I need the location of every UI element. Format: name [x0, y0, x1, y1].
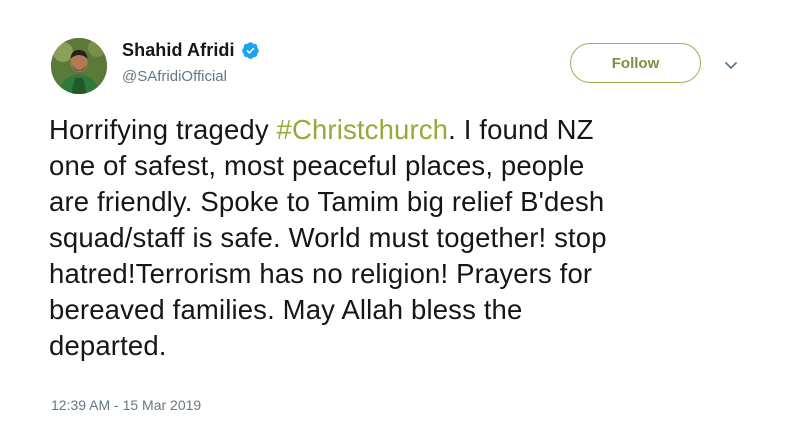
tweet-text-segment: . I found NZ: [448, 114, 594, 145]
follow-button[interactable]: Follow: [570, 43, 701, 83]
user-handle[interactable]: @SAfridiOfficial: [122, 68, 227, 85]
hashtag-link[interactable]: #Christchurch: [277, 114, 449, 145]
avatar[interactable]: [51, 38, 107, 94]
tweet-line: are friendly. Spoke to Tamim big relief …: [49, 186, 605, 217]
tweet-line: one of safest, most peaceful places, peo…: [49, 150, 585, 181]
tweet-text-segment: Horrifying tragedy: [49, 114, 277, 145]
avatar-image: [51, 38, 107, 94]
display-name[interactable]: Shahid Afridi: [122, 40, 235, 61]
tweet-card: Shahid Afridi @SAfridiOfficial Follow Ho…: [0, 0, 790, 425]
tweet-line: hatred!Terrorism has no religion! Prayer…: [49, 258, 593, 289]
tweet-text: Horrifying tragedy #Christchurch. I foun…: [49, 112, 749, 364]
tweet-line: Horrifying tragedy #Christchurch. I foun…: [49, 112, 749, 148]
tweet-line: departed.: [49, 330, 167, 361]
user-name-row: Shahid Afridi: [122, 40, 260, 61]
tweet-timestamp[interactable]: 12:39 AM - 15 Mar 2019: [51, 397, 201, 413]
verified-badge-icon: [241, 41, 260, 60]
tweet-line: bereaved families. May Allah bless the: [49, 294, 523, 325]
chevron-down-icon[interactable]: [724, 58, 738, 69]
tweet-line: squad/staff is safe. World must together…: [49, 222, 607, 253]
